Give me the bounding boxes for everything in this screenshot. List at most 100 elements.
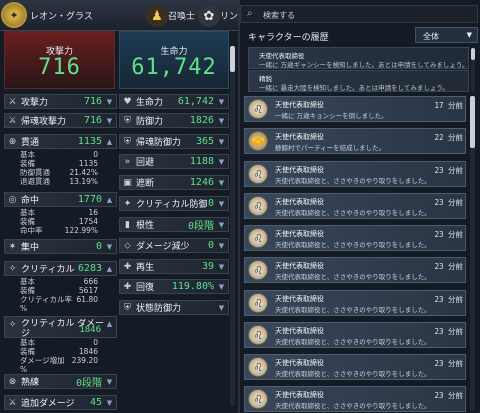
notification-item[interactable]: ♌ 天使代表取締役 天使代表取締役と、ささやきのやり取りをしました。 23 分前	[244, 257, 466, 283]
chevron-down-icon[interactable]: ▼	[105, 116, 114, 125]
notification-item[interactable]: ♌ 天使代表取締役 天使代表取締役と、ささやきのやり取りをしました。 23 分前	[244, 161, 466, 187]
chevron-down-icon[interactable]: ▼	[217, 97, 226, 106]
stats-scrollbar[interactable]	[230, 46, 235, 406]
detail-key: 基本	[20, 277, 35, 286]
stat-row-block[interactable]: ▣ 遮断 1246 ▼	[119, 175, 229, 190]
pet-icon: ✿	[198, 5, 220, 27]
notification-scrollbar[interactable]	[470, 96, 475, 411]
notification-title: 天使代表取締役	[275, 295, 324, 303]
chevron-down-icon[interactable]: ▼	[217, 178, 226, 187]
history-item[interactable]: 精鋭 一緒に 暴走大陸を検知しました。あとは申請をしてみましょう。	[248, 70, 469, 92]
chevron-down-icon[interactable]: ▼	[217, 262, 226, 271]
sword-icon: ⚔	[8, 115, 17, 126]
notification-item[interactable]: ♌ 天使代表取締役 一緒に 万歳キョンシーを倒しました。 17 分前	[244, 96, 466, 122]
stat-row-recovery[interactable]: ✚ 回復 119.80% ▼	[119, 279, 229, 294]
stat-row-pierce[interactable]: ⊕ 貫通 1135 ▲	[4, 134, 117, 149]
stat-value: 1135	[77, 136, 102, 147]
detail-key: 基本	[20, 338, 35, 347]
chevron-down-icon[interactable]: ▼	[217, 303, 226, 312]
notification-item[interactable]: 🤝 天使代表取締役 静鯨村でパーティーを結成しました。 22 分前	[244, 128, 466, 154]
history-filter-select[interactable]: 全体 ▼	[415, 27, 478, 43]
stat-row-damage-reduction[interactable]: ⬦ ダメージ減少 0 ▼	[119, 238, 229, 253]
chevron-down-icon[interactable]: ▼	[217, 116, 226, 125]
chevron-up-icon[interactable]: ▲	[105, 319, 114, 328]
stat-row-return-attack[interactable]: ⚔ 帰魂攻撃力 716 ▼	[4, 113, 117, 128]
notification-time: 23 分前	[434, 198, 463, 207]
chevron-down-icon[interactable]: ▼	[105, 242, 114, 251]
stat-row-mastery[interactable]: ⊗ 熟練 0段階 ▼	[4, 374, 117, 389]
lion-avatar-icon: ♌	[248, 260, 268, 280]
history-item[interactable]: 天使代表取締役 一緒に 万歳ギャンシーを検知しました。あとは申請をしてみましょう…	[248, 47, 469, 69]
chevron-down-icon[interactable]: ▼	[217, 199, 226, 208]
stat-row-status-defense[interactable]: ⛨ 状態防御力 ▼	[119, 300, 229, 315]
chevron-up-icon[interactable]: ▲	[105, 137, 114, 146]
chevron-down-icon[interactable]: ▼	[105, 398, 114, 407]
notification-item[interactable]: ♌ 天使代表取締役 天使代表取締役と、ささやきのやり取りをしました。 23 分前	[244, 225, 466, 251]
stat-row-extra-damage[interactable]: ⚔ 追加ダメージ 45 ▼	[4, 395, 117, 410]
status-defense-icon: ⛨	[124, 302, 131, 313]
notification-scrollbar-thumb[interactable]	[470, 96, 475, 148]
chevron-down-icon: ▼	[466, 31, 472, 39]
stat-row-tenacity[interactable]: ▮ 根性 0段階 ▼	[119, 217, 229, 232]
notification-text: 天使代表取締役と、ささやきのやり取りをしました。	[275, 273, 431, 281]
stat-label: 集中	[21, 243, 40, 253]
chevron-down-icon[interactable]: ▼	[217, 220, 226, 229]
notification-text: 一緒に 万歳キョンシーを倒しました。	[275, 112, 388, 120]
detail-value: 21.42%	[69, 168, 98, 177]
stat-label: クリティカル	[21, 265, 75, 275]
stats-scrollbar-thumb[interactable]	[230, 46, 235, 72]
stat-value: 6283	[77, 263, 102, 274]
stat-value: 716	[83, 115, 102, 126]
chevron-up-icon[interactable]: ▲	[105, 264, 114, 273]
chevron-down-icon[interactable]: ▼	[217, 241, 226, 250]
stat-row-defense[interactable]: ⛨ 防御力 1826 ▼	[119, 113, 229, 128]
lion-avatar-icon: ♌	[248, 357, 268, 377]
stat-row-focus[interactable]: ✶ 集中 0 ▼	[4, 239, 117, 254]
chevron-down-icon[interactable]: ▼	[217, 282, 226, 291]
focus-icon: ✶	[8, 241, 17, 252]
history-item-subtitle: 一緒に 暴走大陸を検知しました。あとは申請をしてみましょう。	[259, 84, 449, 92]
shield-icon: ⛨	[124, 115, 131, 126]
class-name: 召喚士	[168, 12, 196, 22]
stat-row-attack[interactable]: ⚔ 攻撃力 716 ▼	[4, 94, 117, 109]
stat-value: 0	[207, 240, 214, 251]
detail-value: 0	[93, 338, 98, 347]
chevron-down-icon[interactable]: ▼	[105, 377, 114, 386]
stat-value: 61,742	[177, 96, 214, 107]
stat-value: 45	[89, 397, 102, 408]
detail-value: 239.20	[71, 356, 98, 365]
notification-item[interactable]: ♌ 天使代表取締役 天使代表取締役と、ささやきのやり取りをしました。 23 分前	[244, 354, 466, 380]
stat-value: 0段階	[187, 221, 214, 232]
critical-damage-value-wrap: 1846	[68, 326, 101, 335]
chevron-up-icon[interactable]: ▲	[105, 195, 114, 204]
notification-title: 天使代表取締役	[275, 391, 324, 399]
notification-time: 23 分前	[434, 295, 463, 304]
stat-label: 遮断	[136, 179, 155, 189]
notification-item[interactable]: ♌ 天使代表取締役 天使代表取締役と、ささやきのやり取りをしました。 23 分前	[244, 322, 466, 348]
stat-value: 0	[207, 198, 214, 209]
stat-row-hp[interactable]: ♥ 生命力 61,742 ▼	[119, 94, 229, 109]
stat-row-evade[interactable]: » 回避 1188 ▼	[119, 154, 229, 169]
stat-row-return-defense[interactable]: ⛨ 帰魂防御力 365 ▼	[119, 134, 229, 149]
stat-row-critical-defense[interactable]: ✦ クリティカル防御 0 ▼	[119, 196, 229, 211]
history-scrollbar-thumb[interactable]	[471, 48, 475, 60]
history-scrollbar[interactable]	[471, 48, 475, 92]
search-bar[interactable]: ⌕ 検索する	[240, 5, 478, 23]
notification-text: 天使代表取締役と、ささやきのやり取りをしました。	[275, 338, 431, 346]
stat-row-critical[interactable]: ✧ クリティカル 6283 ▲	[4, 261, 117, 276]
stat-row-hit[interactable]: ◎ 命中 1770 ▲	[4, 192, 117, 207]
notification-item[interactable]: ♌ 天使代表取締役 天使代表取締役と、ささやきのやり取りをしました。 23 分前	[244, 290, 466, 316]
stat-row-regen[interactable]: ✚ 再生 39 ▼	[119, 259, 229, 274]
chevron-down-icon[interactable]: ▼	[217, 137, 226, 146]
notification-text: 天使代表取締役と、ささやきのやり取りをしました。	[275, 306, 431, 314]
detail-value: 666	[83, 277, 98, 286]
notification-item[interactable]: ♌ 天使代表取締役 天使代表取締役と、ささやきのやり取りをしました。 23 分前	[244, 193, 466, 219]
chevron-down-icon[interactable]: ▼	[105, 97, 114, 106]
notification-title: 天使代表取締役	[275, 133, 324, 141]
stat-value: 1826	[189, 115, 214, 126]
chevron-down-icon[interactable]: ▼	[217, 157, 226, 166]
notification-item[interactable]: ♌ 天使代表取締役 天使代表取締役と、ささやきのやり取りをしました。 23 分前	[244, 386, 466, 412]
search-input[interactable]: 検索する	[263, 10, 295, 21]
notification-time: 23 分前	[434, 327, 463, 336]
shield-icon: ⛨	[124, 136, 131, 147]
